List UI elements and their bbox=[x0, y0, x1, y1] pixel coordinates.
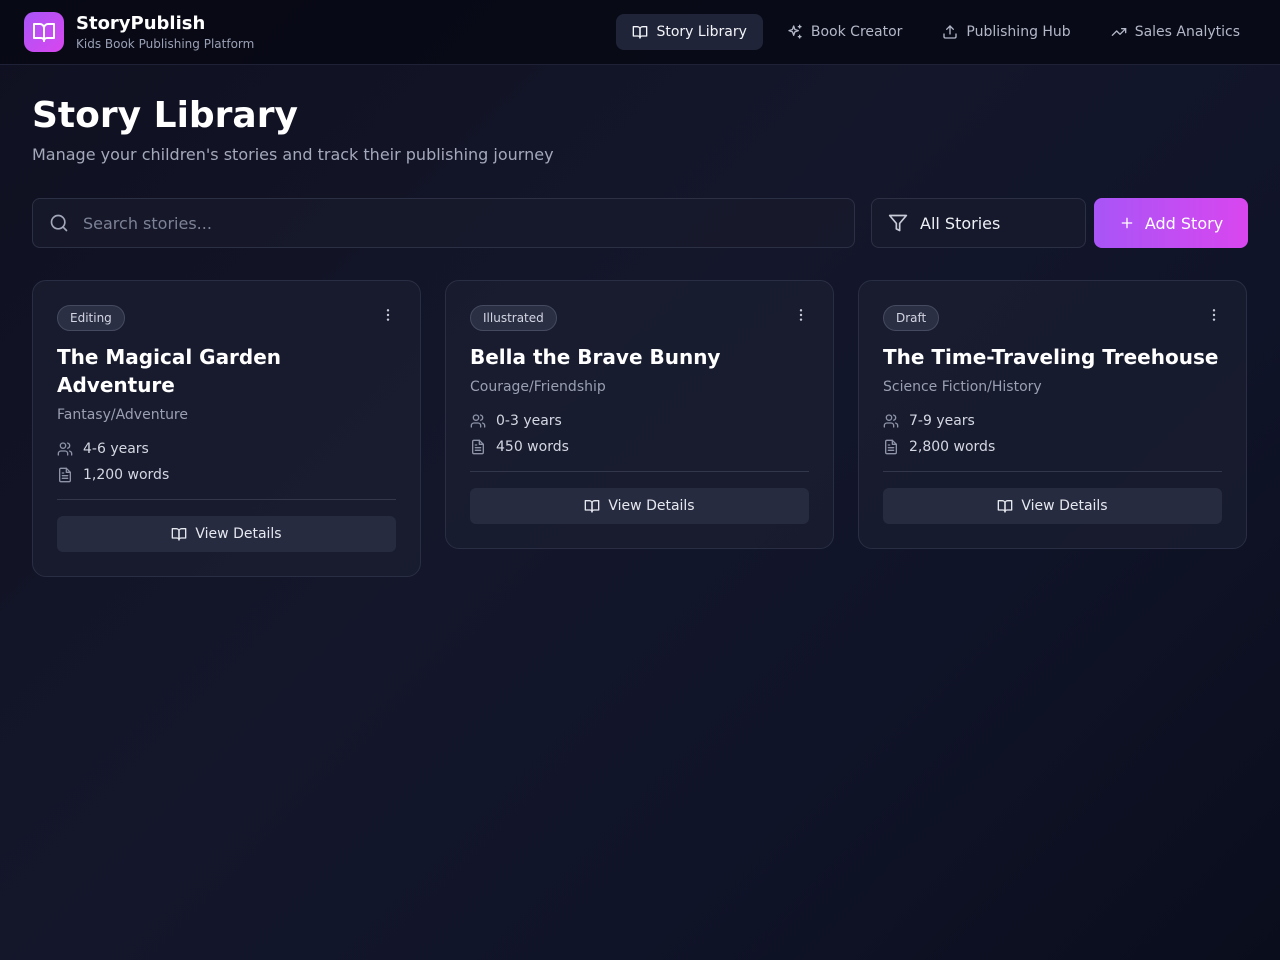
more-options-button[interactable] bbox=[380, 307, 396, 323]
book-open-icon bbox=[998, 500, 1013, 513]
view-details-label: View Details bbox=[608, 498, 695, 514]
more-options-button[interactable] bbox=[1206, 307, 1222, 323]
view-details-button[interactable]: View Details bbox=[883, 488, 1222, 524]
story-word-count: 2,800 words bbox=[883, 439, 1222, 455]
toolbar: All Stories Add Story bbox=[32, 198, 1248, 248]
view-details-button[interactable]: View Details bbox=[57, 516, 396, 552]
filter-select[interactable]: All Stories bbox=[871, 198, 1086, 248]
story-genre: Fantasy/Adventure bbox=[57, 407, 188, 423]
file-text-icon bbox=[59, 467, 71, 483]
story-age-range: 4-6 years bbox=[57, 441, 396, 457]
age-range-text: 7-9 years bbox=[909, 413, 975, 429]
trending-up-icon bbox=[1111, 27, 1127, 36]
view-details-label: View Details bbox=[1021, 498, 1108, 514]
age-range-text: 0-3 years bbox=[496, 413, 562, 429]
age-range-text: 4-6 years bbox=[83, 441, 149, 457]
more-vertical-icon bbox=[386, 309, 390, 321]
main-content: Story Library Manage your children's sto… bbox=[0, 65, 1280, 577]
users-icon bbox=[883, 414, 899, 428]
story-genre: Courage/Friendship bbox=[470, 379, 606, 395]
plus-icon bbox=[1121, 217, 1133, 229]
top-bar: StoryPublish Kids Book Publishing Platfo… bbox=[0, 0, 1280, 65]
app-name: StoryPublish bbox=[76, 13, 206, 34]
story-title: The Time-Traveling Treehouse bbox=[883, 345, 1219, 369]
filter-icon bbox=[888, 214, 908, 232]
word-count-text: 2,800 words bbox=[909, 439, 996, 455]
word-count-text: 450 words bbox=[496, 439, 569, 455]
app-subtitle: Kids Book Publishing Platform bbox=[76, 37, 255, 51]
nav-item-book-creator[interactable]: Book Creator bbox=[771, 14, 919, 50]
nav-item-label: Sales Analytics bbox=[1134, 24, 1240, 40]
add-story-label: Add Story bbox=[1144, 213, 1224, 233]
card-divider bbox=[470, 471, 809, 472]
story-age-range: 0-3 years bbox=[470, 413, 809, 429]
book-open-icon bbox=[585, 500, 600, 513]
more-vertical-icon bbox=[1212, 309, 1216, 321]
story-card: Editing The Magical Garden Adventure Fan… bbox=[32, 280, 421, 577]
story-cards: Editing The Magical Garden Adventure Fan… bbox=[32, 280, 1248, 577]
sparkles-icon bbox=[788, 24, 802, 39]
word-count-text: 1,200 words bbox=[83, 467, 170, 483]
nav-item-label: Book Creator bbox=[810, 24, 903, 40]
main-nav: Story Library Book Creator Publishing Hu… bbox=[616, 14, 1256, 50]
add-story-button[interactable]: Add Story bbox=[1094, 198, 1248, 248]
upload-icon bbox=[943, 25, 958, 39]
story-age-range: 7-9 years bbox=[883, 413, 1222, 429]
search-icon bbox=[50, 214, 68, 232]
users-icon bbox=[57, 442, 73, 456]
card-divider bbox=[883, 471, 1222, 472]
status-badge: Editing bbox=[57, 305, 125, 331]
story-card: Draft The Time-Traveling Treehouse Scien… bbox=[858, 280, 1247, 549]
search-box[interactable] bbox=[32, 198, 855, 248]
nav-item-sales-analytics[interactable]: Sales Analytics bbox=[1095, 14, 1256, 50]
file-text-icon bbox=[472, 439, 484, 455]
nav-item-story-library[interactable]: Story Library bbox=[616, 14, 763, 50]
more-vertical-icon bbox=[799, 309, 803, 321]
story-title: The Magical Garden Adventure bbox=[57, 345, 282, 397]
brand: StoryPublish Kids Book Publishing Platfo… bbox=[76, 13, 254, 51]
nav-item-label: Publishing Hub bbox=[966, 24, 1071, 40]
search-input[interactable] bbox=[83, 213, 783, 233]
book-open-icon bbox=[172, 528, 187, 541]
nav-item-label: Story Library bbox=[656, 24, 747, 40]
logo[interactable] bbox=[24, 12, 64, 52]
users-icon bbox=[470, 414, 486, 428]
book-open-icon bbox=[33, 23, 55, 42]
view-details-label: View Details bbox=[195, 526, 282, 542]
status-badge: Draft bbox=[883, 305, 940, 331]
more-options-button[interactable] bbox=[793, 307, 809, 323]
book-open-icon bbox=[633, 26, 648, 39]
view-details-button[interactable]: View Details bbox=[470, 488, 809, 524]
story-card: Illustrated Bella the Brave Bunny Courag… bbox=[445, 280, 834, 549]
story-word-count: 1,200 words bbox=[57, 467, 396, 483]
page-title: Story Library bbox=[32, 95, 298, 136]
card-divider bbox=[57, 499, 396, 500]
page-subtitle: Manage your children's stories and track… bbox=[32, 145, 554, 164]
story-title: Bella the Brave Bunny bbox=[470, 345, 721, 369]
filter-selected-value: All Stories bbox=[920, 213, 1001, 233]
story-word-count: 450 words bbox=[470, 439, 809, 455]
status-badge: Illustrated bbox=[470, 305, 557, 331]
nav-item-publishing-hub[interactable]: Publishing Hub bbox=[926, 14, 1086, 50]
file-text-icon bbox=[885, 439, 897, 455]
story-genre: Science Fiction/History bbox=[883, 379, 1042, 395]
